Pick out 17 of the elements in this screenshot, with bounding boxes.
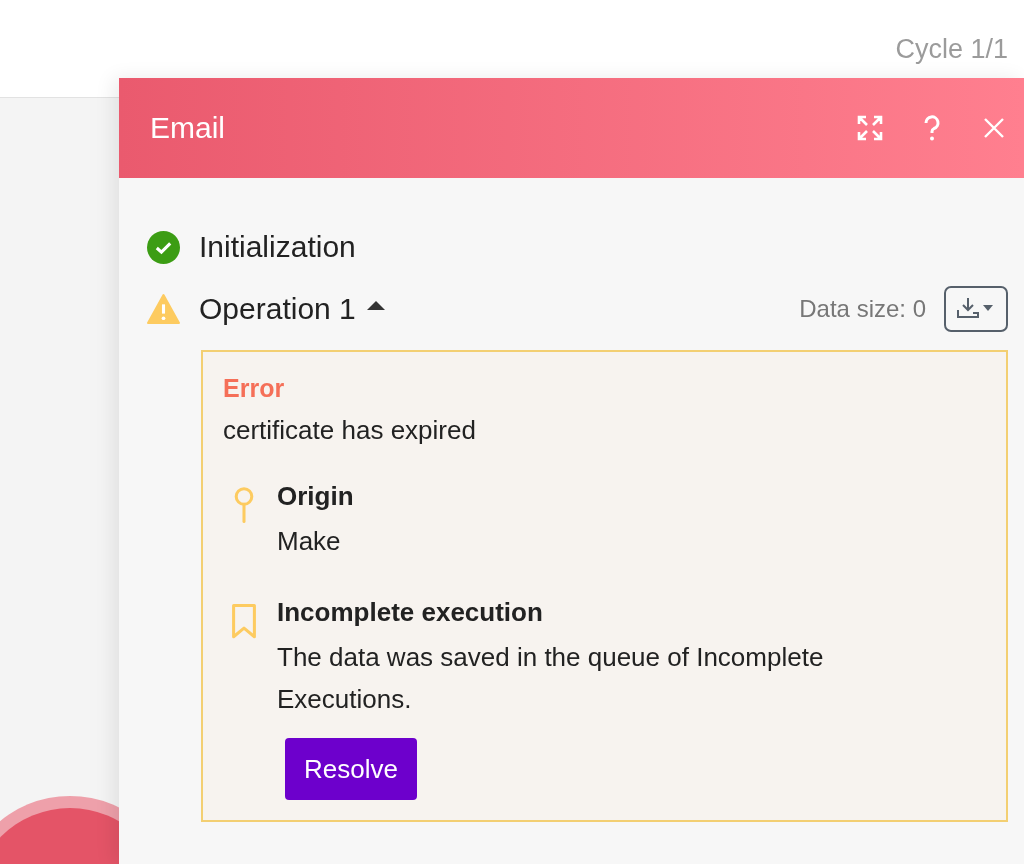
error-heading: Error bbox=[223, 374, 285, 403]
resolve-button[interactable]: Resolve bbox=[285, 738, 417, 800]
panel-title: Email bbox=[150, 111, 225, 145]
detail-text: Make bbox=[277, 525, 341, 558]
operation-label[interactable]: Operation 1 bbox=[199, 292, 356, 326]
check-circle-icon bbox=[147, 230, 180, 264]
caret-icon[interactable] bbox=[365, 299, 386, 311]
cycle-counter: Cycle 1/1 bbox=[895, 34, 1008, 65]
detail-text: The data was saved in the queue of Incomplete Executions. bbox=[277, 641, 825, 716]
warning-icon bbox=[147, 292, 180, 326]
error-message: certificate has expired bbox=[223, 415, 476, 446]
download-button[interactable] bbox=[944, 286, 1008, 332]
operation-label[interactable]: Initialization bbox=[199, 230, 356, 264]
data-size-label: Data size: 0 bbox=[799, 295, 926, 323]
detail-title: Origin bbox=[277, 480, 354, 513]
detail-title: Incomplete execution bbox=[277, 596, 543, 629]
expand-icon[interactable] bbox=[856, 114, 884, 142]
